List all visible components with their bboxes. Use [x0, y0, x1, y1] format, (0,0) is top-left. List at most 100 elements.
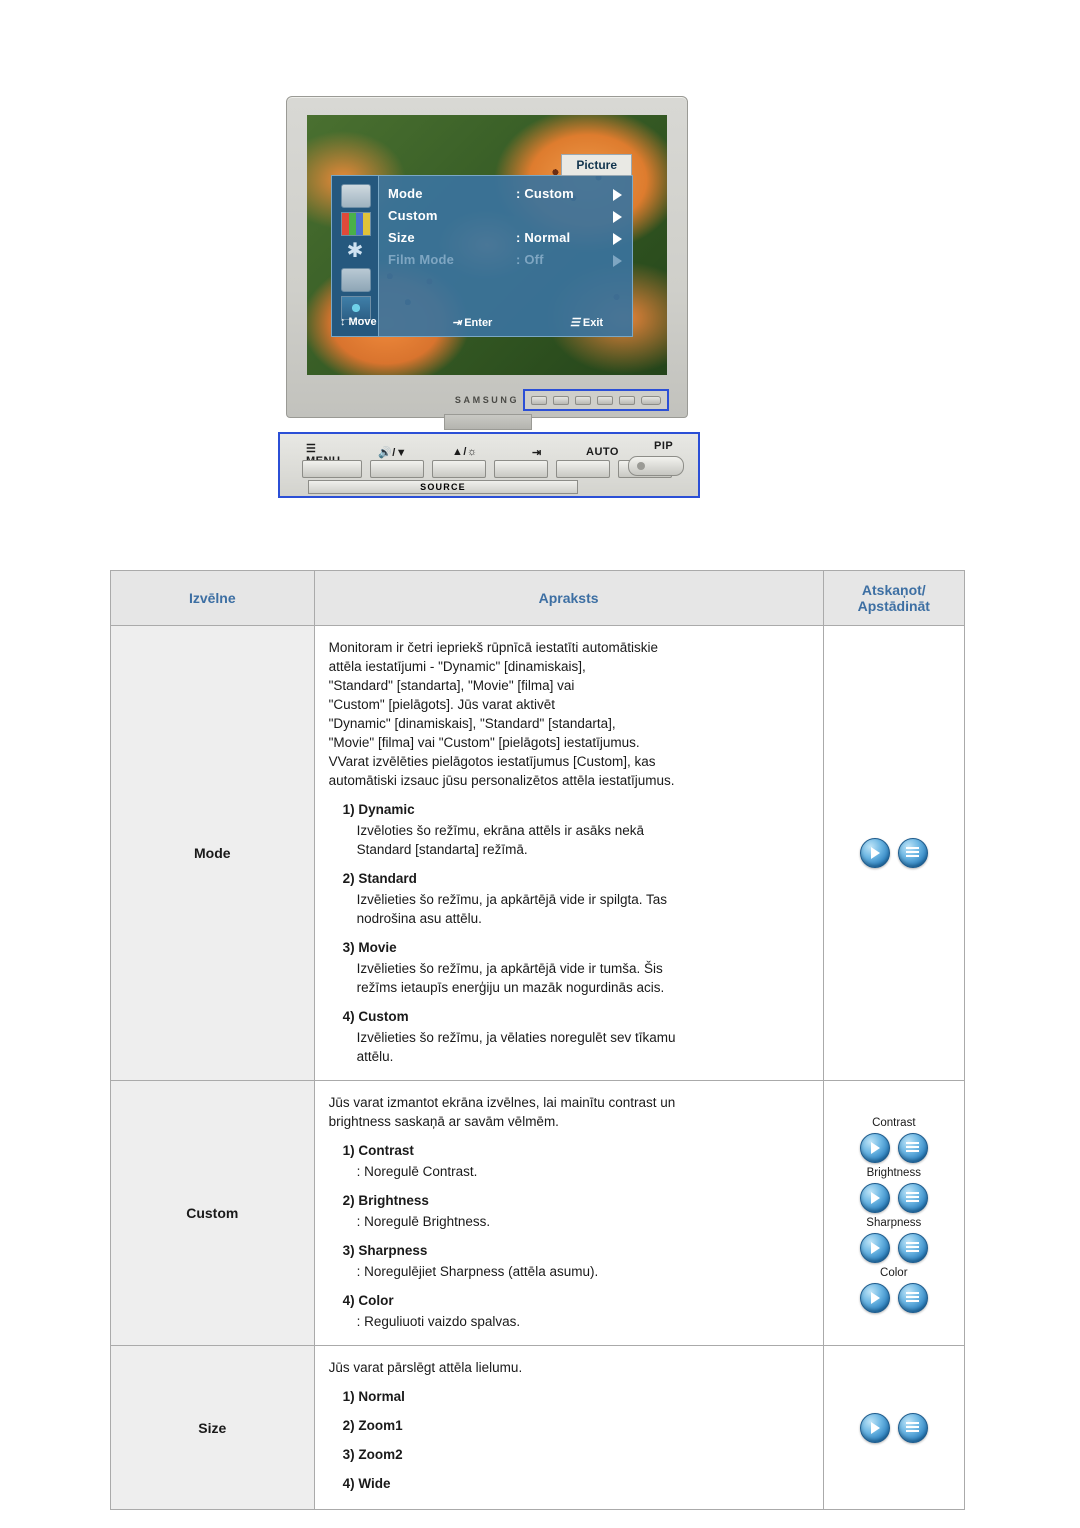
row-description: Jūs varat izmantot ekrāna izvēlnes, lai …: [313, 1080, 824, 1346]
header-menu: Izvēlne: [110, 570, 315, 626]
osd-color-icon: [341, 212, 371, 236]
header-reset-line2: Apstādināt: [857, 598, 930, 614]
menu-icon: ☰: [306, 443, 317, 455]
osd-row-custom: Custom: [388, 206, 626, 228]
row-reset-buttons: Contrast Brightness Sharpness Color: [822, 1080, 966, 1346]
reset-button-pair: [824, 1283, 964, 1313]
option-heading: 3) Sharpness: [342, 1243, 428, 1258]
reset-group-label: Color: [880, 1267, 908, 1279]
source-key[interactable]: [494, 460, 548, 478]
row-reset-buttons: [822, 625, 966, 1081]
row-reset-buttons: [822, 1345, 966, 1510]
osd-brightness-icon: ✱: [346, 240, 364, 262]
panel-key[interactable]: [619, 395, 635, 405]
menu-icon: ☰: [570, 317, 580, 329]
option-text: Izvēlieties šo režīmu, ja vēlaties noreg…: [356, 1030, 676, 1045]
reset-group-label: Contrast: [872, 1117, 916, 1129]
osd-image-icon: [341, 184, 371, 208]
table-row: Size Jūs varat pārslēgt attēla lielumu. …: [110, 1345, 966, 1510]
volume-key-label: 🔊/▼: [378, 447, 408, 459]
brightness-key[interactable]: [432, 460, 486, 478]
play-icon[interactable]: [859, 1283, 890, 1313]
menu-icon[interactable]: [897, 1412, 928, 1443]
option-text: : Noregulē Contrast.: [356, 1164, 478, 1179]
reset-button-pair: [824, 1412, 964, 1443]
option-text: : Reguliuoti vaizdo spalvas.: [356, 1314, 521, 1329]
power-button[interactable]: [628, 456, 684, 476]
chevron-right-icon: [613, 255, 622, 267]
reset-button-pair: [824, 1133, 964, 1163]
option-heading: 2) Zoom1: [342, 1418, 403, 1433]
option-text: : Noregulē Brightness.: [356, 1214, 491, 1229]
panel-key[interactable]: [531, 395, 547, 405]
osd-panel: Picture ✱ Mode : Custom Custom Size: No…: [331, 154, 633, 337]
monitor-stand: [444, 414, 532, 430]
row-lead-text: Jūs varat izmantot ekrāna izvēlnes, lai …: [328, 1095, 676, 1129]
chevron-right-icon: [613, 189, 622, 201]
row-description: Jūs varat pārslēgt attēla lielumu. 1) No…: [313, 1345, 824, 1510]
row-menu-name: Mode: [110, 625, 315, 1081]
osd-title: Picture: [561, 154, 632, 176]
chevron-right-icon: [613, 233, 622, 245]
osd-icon-column: ✱: [332, 176, 379, 336]
menu-icon[interactable]: [897, 1283, 928, 1313]
play-icon[interactable]: [859, 1183, 890, 1213]
option-heading: 2) Standard: [342, 871, 417, 886]
reset-button-pair: [824, 1233, 964, 1263]
option-heading: 2) Brightness: [342, 1193, 429, 1208]
source-label-bar: SOURCE: [308, 480, 578, 494]
table-body: Mode Monitoram ir četri iepriekš rūpnīcā…: [110, 625, 966, 1510]
panel-key[interactable]: [553, 395, 569, 405]
osd-row-mode: Mode : Custom: [388, 184, 626, 206]
menu-key[interactable]: [302, 460, 362, 478]
reset-group-label: Brightness: [866, 1167, 921, 1179]
play-icon[interactable]: [859, 1412, 890, 1443]
option-heading: 4) Color: [342, 1293, 394, 1308]
osd-rows: Mode : Custom Custom Size : Normal Film …: [388, 184, 626, 272]
option-text: režīms ietaupīs enerģiju un mazāk nogurd…: [356, 980, 665, 995]
play-icon[interactable]: [859, 1233, 890, 1263]
panel-key[interactable]: [575, 395, 591, 405]
play-icon[interactable]: [859, 1133, 890, 1163]
osd-row-label: Film Mode: [388, 252, 455, 267]
osd-row-label: Mode: [388, 186, 423, 201]
table-row: Custom Jūs varat izmantot ekrāna izvēlne…: [110, 1080, 966, 1346]
osd-footer-enter: ⇥ Enter: [452, 317, 493, 329]
play-icon[interactable]: [859, 838, 890, 868]
source-icon: ⇥: [532, 447, 542, 459]
menu-icon[interactable]: [897, 1233, 928, 1263]
option-heading: 3) Movie: [342, 940, 397, 955]
row-menu-name: Size: [110, 1345, 315, 1510]
table-row: Mode Monitoram ir četri iepriekš rūpnīcā…: [110, 625, 966, 1081]
option-heading: 1) Contrast: [342, 1143, 414, 1158]
osd-row-value: : Normal: [516, 230, 571, 245]
reset-button-pair: [824, 838, 964, 868]
panel-key[interactable]: [597, 395, 613, 405]
brightness-key-label: ▲/☼: [452, 446, 478, 458]
reset-button-pair: [824, 1183, 964, 1213]
down-arrow-icon: ▼: [395, 447, 408, 459]
menu-icon[interactable]: [897, 1133, 928, 1163]
monitor-body: Picture ✱ Mode : Custom Custom Size: No…: [286, 96, 688, 418]
osd-footer: ↕ Move ⇥ Enter ☰ Exit: [332, 316, 632, 332]
table-head: Izvēlne Apraksts Atskaņot/ Apstādināt: [110, 570, 966, 626]
row-description: Monitoram ir četri iepriekš rūpnīcā iest…: [313, 625, 824, 1081]
osd-row-value: : Off: [516, 252, 544, 267]
menu-icon[interactable]: [897, 838, 928, 868]
row-lead-text: Monitoram ir četri iepriekš rūpnīcā iest…: [328, 640, 675, 788]
option-text: attēlu.: [356, 1049, 394, 1064]
header-reset: Atskaņot/ Apstādināt: [822, 570, 966, 626]
option-text: Standard [standarta] režīmā.: [356, 842, 528, 857]
volume-key[interactable]: [370, 460, 424, 478]
osd-row-value: : Custom: [516, 186, 574, 201]
source-key-icon-label: ⇥: [532, 446, 542, 459]
power-key[interactable]: [641, 395, 661, 405]
menu-icon[interactable]: [897, 1183, 928, 1213]
option-text: Izvēlieties šo režīmu, ja apkārtējā vide…: [356, 892, 667, 907]
row-lead-text: Jūs varat pārslēgt attēla lielumu.: [328, 1360, 523, 1375]
auto-key-label: AUTO: [586, 446, 619, 458]
option-text: Izvēloties šo režīmu, ekrāna attēls ir a…: [356, 823, 644, 838]
up-arrow-icon: ▲: [452, 446, 464, 458]
auto-key[interactable]: [556, 460, 610, 478]
front-panel-detail: ☰ MENU 🔊/▼ ▲/☼ ⇥ AUTO PIP SOURCE: [278, 432, 700, 498]
